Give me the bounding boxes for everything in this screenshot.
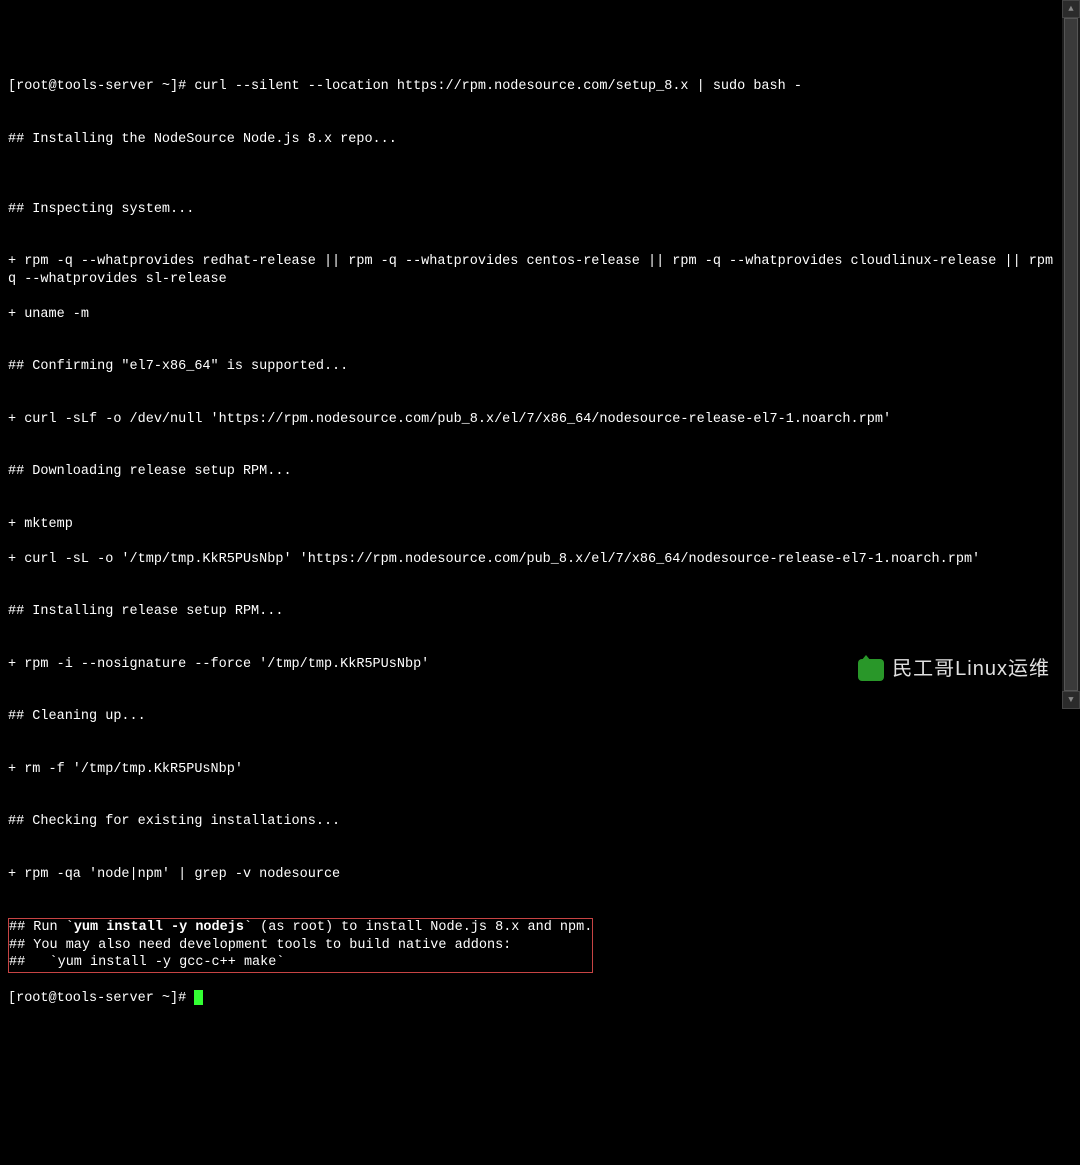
output-line: + uname -m: [8, 306, 1072, 324]
output-line: + rm -f '/tmp/tmp.KkR5PUsNbp': [8, 761, 1072, 779]
section-header: ## Inspecting system...: [8, 201, 1072, 219]
highlight-box: ## Run `yum install -y nodejs` (as root)…: [8, 918, 593, 973]
section-header: ## Installing the NodeSource Node.js 8.x…: [8, 131, 1072, 149]
command: curl --silent --location https://rpm.nod…: [194, 79, 802, 94]
prompt-line[interactable]: [root@tools-server ~]#: [8, 990, 1072, 1008]
scroll-up-icon[interactable]: ▲: [1062, 0, 1080, 18]
scroll-thumb[interactable]: [1064, 18, 1078, 691]
output-line: + rpm -q --whatprovides redhat-release |…: [8, 253, 1072, 288]
run-instruction-cmd: yum install -y nodejs: [74, 920, 244, 935]
section-header: ## Checking for existing installations..…: [8, 813, 1072, 831]
output-line: + curl -sL -o '/tmp/tmp.KkR5PUsNbp' 'htt…: [8, 551, 1072, 569]
devtools-cmd: ## `yum install -y gcc-c++ make`: [9, 955, 284, 970]
output-line: + mktemp: [8, 516, 1072, 534]
run-instruction-post: ` (as root) to install Node.js 8.x and n…: [244, 920, 592, 935]
watermark-text: 民工哥Linux运维: [892, 661, 1050, 679]
section-header: ## Confirming "el7-x86_64" is supported.…: [8, 358, 1072, 376]
shell-prompt: [root@tools-server ~]#: [8, 991, 194, 1006]
prompt-line: [root@tools-server ~]# curl --silent --l…: [8, 78, 1072, 96]
scrollbar[interactable]: ▲ ▼: [1062, 0, 1080, 709]
run-instruction-pre: ## Run `: [9, 920, 74, 935]
scroll-down-icon[interactable]: ▼: [1062, 691, 1080, 709]
output-line: + curl -sLf -o /dev/null 'https://rpm.no…: [8, 411, 1072, 429]
devtools-line: ## You may also need development tools t…: [9, 938, 511, 953]
watermark: 民工哥Linux运维: [858, 659, 1050, 681]
wechat-icon: [858, 659, 884, 681]
section-header: ## Downloading release setup RPM...: [8, 463, 1072, 481]
cursor-icon: [194, 990, 203, 1005]
section-header: ## Installing release setup RPM...: [8, 603, 1072, 621]
shell-prompt: [root@tools-server ~]#: [8, 79, 194, 94]
output-line: + rpm -qa 'node|npm' | grep -v nodesourc…: [8, 866, 1072, 884]
section-header: ## Cleaning up...: [8, 708, 1072, 726]
